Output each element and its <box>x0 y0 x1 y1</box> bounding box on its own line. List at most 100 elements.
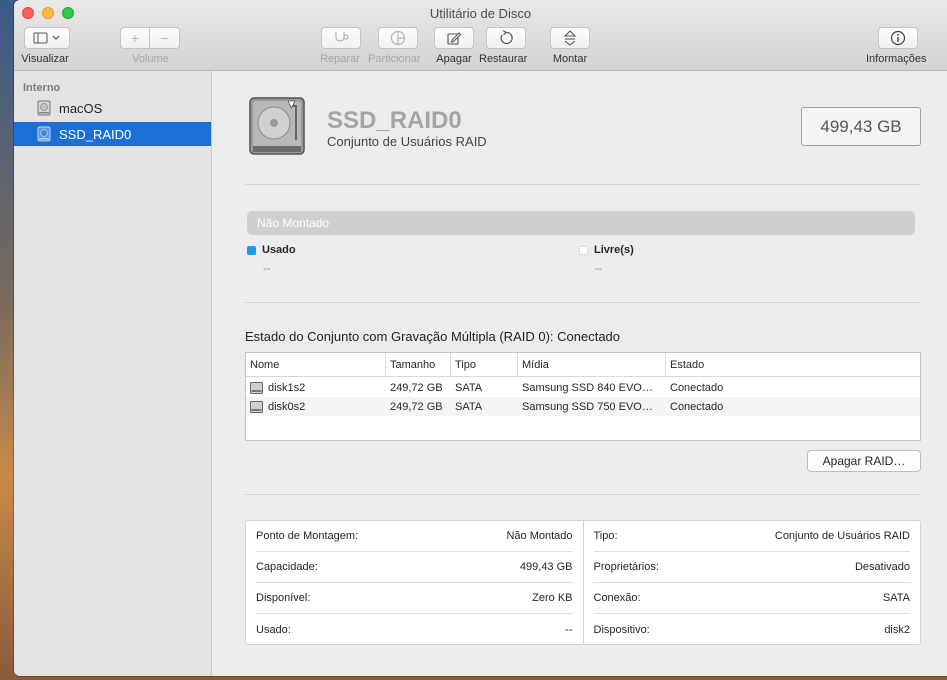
info-value: Zero KB <box>532 592 573 604</box>
view-control: Visualizar <box>21 27 70 65</box>
info-value: Não Montado <box>506 530 573 542</box>
divider <box>245 302 921 303</box>
info-row: Disponível: Zero KB <box>256 583 573 614</box>
disk-size: 249,72 GB <box>390 381 443 394</box>
disk-type: SATA <box>455 400 483 413</box>
mount-label: Montar <box>552 53 588 65</box>
info-value: disk2 <box>884 623 910 636</box>
partition-control: Particionar <box>368 27 421 65</box>
erase-pencil-icon <box>447 32 462 45</box>
stethoscope-icon <box>335 32 349 42</box>
disk-media: Samsung SSD 840 EVO… <box>522 381 653 394</box>
repair-button[interactable] <box>321 27 361 49</box>
free-label: Livre(s) <box>594 244 634 256</box>
window-title: Utilitário de Disco <box>429 6 532 21</box>
hard-drive-icon <box>37 126 51 142</box>
table-row-empty <box>246 416 920 435</box>
info-label: Proprietários: <box>593 561 659 573</box>
info-control: Informações <box>866 27 927 65</box>
table-row[interactable]: disk1s2 249,72 GB SATA Samsung SSD 840 E… <box>246 378 920 397</box>
info-column-left: Ponto de Montagem: Não Montado Capacidad… <box>246 521 583 644</box>
info-row: Proprietários: Desativado <box>593 552 910 583</box>
info-label: Capacidade: <box>256 561 318 573</box>
partition-button[interactable] <box>378 27 418 49</box>
restore-control: Restaurar <box>479 27 527 65</box>
partition-label: Particionar <box>368 53 421 65</box>
restore-label: Restaurar <box>479 53 528 65</box>
free-swatch <box>579 245 588 255</box>
raid-status-title: Estado do Conjunto com Gravação Múltipla… <box>245 329 621 344</box>
hard-drive-icon <box>37 100 51 116</box>
restore-icon <box>500 30 513 45</box>
info-row: Ponto de Montagem: Não Montado <box>256 521 573 552</box>
info-value: -- <box>565 623 573 636</box>
capacity-box: 499,43 GB <box>801 107 921 146</box>
restore-button[interactable] <box>486 27 526 49</box>
repair-control: Reparar <box>320 27 361 65</box>
column-header-type[interactable]: Tipo <box>451 353 518 376</box>
info-label: Dispositivo: <box>593 623 650 636</box>
volume-subtitle: Conjunto de Usuários RAID <box>327 134 487 149</box>
column-header-size[interactable]: Tamanho <box>386 353 451 376</box>
disk-name: disk1s2 <box>268 381 306 394</box>
divider <box>245 494 921 495</box>
remove-volume-button[interactable]: − <box>150 27 180 49</box>
table-header: Nome Tamanho Tipo Mídia Estado <box>246 353 920 377</box>
info-panel: Ponto de Montagem: Não Montado Capacidad… <box>245 520 921 645</box>
legend-free: Livre(s) -- <box>579 244 634 275</box>
used-swatch <box>247 245 256 255</box>
info-row: Capacidade: 499,43 GB <box>256 552 573 583</box>
info-button[interactable] <box>878 27 918 49</box>
add-volume-button[interactable]: + <box>120 27 150 49</box>
disk-state: Conectado <box>670 400 724 413</box>
info-row: Conexão: SATA <box>593 583 910 614</box>
hard-drive-icon <box>250 400 263 413</box>
used-label: Usado <box>262 244 296 256</box>
free-value: -- <box>595 263 603 275</box>
info-row: Usado: -- <box>256 614 573 645</box>
disk-size: 249,72 GB <box>390 400 443 413</box>
sidebar-item-label: macOS <box>59 100 103 116</box>
disk-media: Samsung SSD 750 EVO… <box>522 400 653 413</box>
repair-label: Reparar <box>320 53 360 65</box>
sidebar-section-internal: Interno <box>23 82 61 94</box>
disk-type: SATA <box>455 381 483 394</box>
info-value: Desativado <box>854 561 910 573</box>
sidebar-toggle-icon <box>33 32 60 44</box>
column-header-media[interactable]: Mídia <box>518 353 666 376</box>
info-label: Conexão: <box>593 592 641 604</box>
column-header-name[interactable]: Nome <box>246 353 386 376</box>
divider <box>245 184 921 185</box>
used-value: -- <box>263 263 271 275</box>
info-label: Ponto de Montagem: <box>256 530 359 542</box>
info-value: Conjunto de Usuários RAID <box>774 530 910 542</box>
disk-utility-window: Utilitário de Disco Visualizar + − Volum… <box>14 0 947 676</box>
raid-members-table: Nome Tamanho Tipo Mídia Estado disk1s2 2… <box>245 352 921 441</box>
info-label: Tipo: <box>593 530 618 542</box>
volume-label: Volume <box>132 53 169 65</box>
erase-control: Apagar <box>434 27 474 65</box>
column-header-state[interactable]: Estado <box>666 353 920 376</box>
volume-control: + − Volume <box>120 27 181 65</box>
info-value: 499,43 GB <box>519 561 573 573</box>
mount-button[interactable] <box>550 27 590 49</box>
volume-name: SSD_RAID0 <box>327 107 462 134</box>
mount-control: Montar <box>550 27 590 65</box>
info-label: Disponível: <box>256 592 311 604</box>
sidebar-item-macos[interactable]: macOS <box>14 96 211 120</box>
view-label: Visualizar <box>21 53 69 65</box>
hard-drive-icon <box>250 381 263 394</box>
sidebar: Interno macOS SSD_RAID0 <box>14 71 212 676</box>
pie-partition-icon <box>390 30 406 46</box>
sidebar-item-label: SSD_RAID0 <box>59 126 132 142</box>
disk-name: disk0s2 <box>268 400 306 413</box>
table-row[interactable]: disk0s2 249,72 GB SATA Samsung SSD 750 E… <box>246 397 920 416</box>
info-column-right: Tipo: Conjunto de Usuários RAID Propriet… <box>582 521 921 645</box>
info-value: SATA <box>882 592 910 604</box>
sidebar-item-ssd-raid0[interactable]: SSD_RAID0 <box>14 122 211 146</box>
erase-button[interactable] <box>434 27 474 49</box>
delete-raid-button[interactable]: Apagar RAID… <box>807 450 921 472</box>
view-button[interactable] <box>24 27 70 49</box>
info-row: Dispositivo: disk2 <box>594 614 911 645</box>
info-icon <box>890 30 906 46</box>
